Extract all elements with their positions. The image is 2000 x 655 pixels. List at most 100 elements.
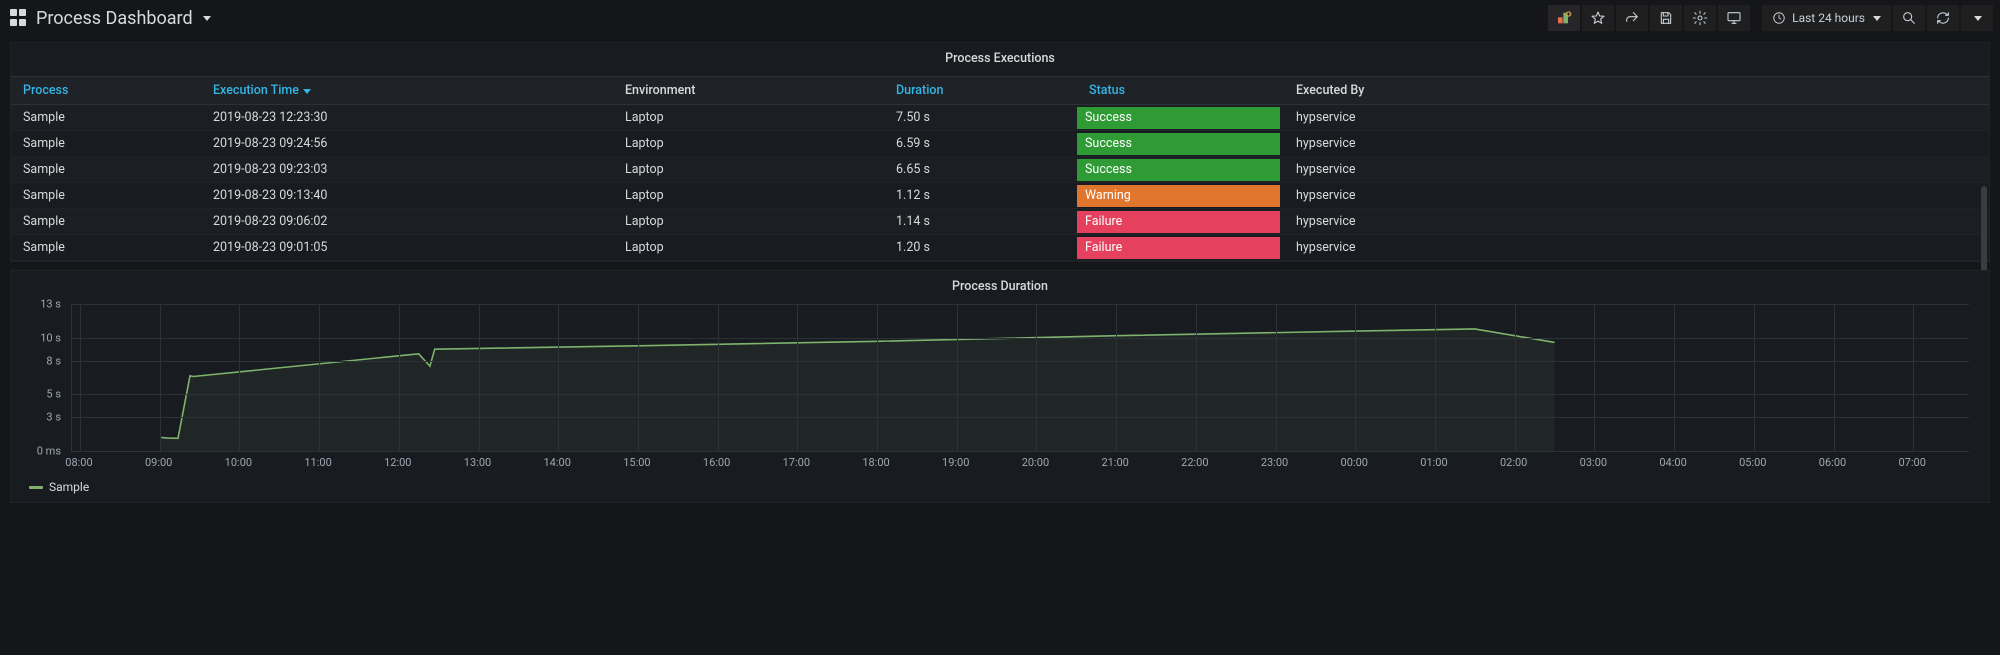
cell-environment: Laptop bbox=[613, 105, 884, 131]
caret-down-icon bbox=[1974, 16, 1982, 21]
cell-environment: Laptop bbox=[613, 131, 884, 157]
dashboard-title-dropdown[interactable]: Process Dashboard bbox=[6, 8, 211, 29]
cell-status: Warning bbox=[1077, 183, 1284, 209]
y-tick-label: 8 s bbox=[46, 354, 61, 367]
refresh-button[interactable] bbox=[1926, 4, 1960, 32]
clock-icon bbox=[1772, 11, 1786, 25]
cell-executed-by: hypservice bbox=[1284, 235, 1989, 261]
cell-duration: 7.50 s bbox=[884, 105, 1077, 131]
legend-label: Sample bbox=[49, 480, 89, 494]
y-tick-label: 13 s bbox=[40, 298, 61, 311]
cell-duration: 1.12 s bbox=[884, 183, 1077, 209]
table-row[interactable]: Sample2019-08-23 09:01:05Laptop1.20 sFai… bbox=[11, 235, 1989, 261]
cell-process: Sample bbox=[11, 131, 201, 157]
table-row[interactable]: Sample2019-08-23 09:24:56Laptop6.59 sSuc… bbox=[11, 131, 1989, 157]
cell-execution-time: 2019-08-23 09:23:03 bbox=[201, 157, 613, 183]
monitor-icon bbox=[1726, 10, 1742, 26]
time-range-label: Last 24 hours bbox=[1792, 11, 1865, 25]
cell-execution-time: 2019-08-23 09:01:05 bbox=[201, 235, 613, 261]
cell-process: Sample bbox=[11, 157, 201, 183]
cell-execution-time: 2019-08-23 12:23:30 bbox=[201, 105, 613, 131]
x-tick-label: 11:00 bbox=[304, 456, 331, 469]
cell-status: Success bbox=[1077, 157, 1284, 183]
x-tick-label: 06:00 bbox=[1819, 456, 1846, 469]
cell-environment: Laptop bbox=[613, 209, 884, 235]
table-row[interactable]: Sample2019-08-23 09:13:40Laptop1.12 sWar… bbox=[11, 183, 1989, 209]
cell-process: Sample bbox=[11, 235, 201, 261]
status-badge: Failure bbox=[1077, 211, 1280, 233]
cell-duration: 1.14 s bbox=[884, 209, 1077, 235]
cell-environment: Laptop bbox=[613, 183, 884, 209]
cell-process: Sample bbox=[11, 105, 201, 131]
cell-executed-by: hypservice bbox=[1284, 183, 1989, 209]
zoom-out-button[interactable] bbox=[1892, 4, 1926, 32]
table-row[interactable]: Sample2019-08-23 09:06:02Laptop1.14 sFai… bbox=[11, 209, 1989, 235]
x-tick-label: 21:00 bbox=[1101, 456, 1128, 469]
sort-desc-icon bbox=[303, 89, 311, 94]
col-header-environment[interactable]: Environment bbox=[613, 77, 884, 105]
x-tick-label: 18:00 bbox=[862, 456, 889, 469]
cell-status: Success bbox=[1077, 105, 1284, 131]
legend-swatch bbox=[29, 486, 43, 489]
save-icon bbox=[1658, 10, 1674, 26]
status-badge: Success bbox=[1077, 133, 1280, 155]
x-tick-label: 08:00 bbox=[65, 456, 92, 469]
table-row[interactable]: Sample2019-08-23 12:23:30Laptop7.50 sSuc… bbox=[11, 105, 1989, 131]
y-tick-label: 5 s bbox=[46, 388, 61, 401]
save-dashboard-button[interactable] bbox=[1649, 4, 1683, 32]
cell-duration: 1.20 s bbox=[884, 235, 1077, 261]
cell-execution-time: 2019-08-23 09:06:02 bbox=[201, 209, 613, 235]
x-tick-label: 00:00 bbox=[1341, 456, 1368, 469]
status-badge: Success bbox=[1077, 107, 1280, 129]
share-dashboard-button[interactable] bbox=[1615, 4, 1649, 32]
caret-down-icon bbox=[1873, 16, 1881, 21]
cell-status: Success bbox=[1077, 131, 1284, 157]
cell-executed-by: hypservice bbox=[1284, 209, 1989, 235]
cell-execution-time: 2019-08-23 09:24:56 bbox=[201, 131, 613, 157]
x-tick-label: 05:00 bbox=[1739, 456, 1766, 469]
cell-executed-by: hypservice bbox=[1284, 131, 1989, 157]
col-header-status[interactable]: Status bbox=[1077, 77, 1284, 105]
x-tick-label: 20:00 bbox=[1022, 456, 1049, 469]
settings-button[interactable] bbox=[1683, 4, 1717, 32]
x-tick-label: 12:00 bbox=[384, 456, 411, 469]
chart-area[interactable]: 0 ms3 s5 s8 s10 s13 s 08:0009:0010:0011:… bbox=[27, 304, 1973, 474]
cell-duration: 6.65 s bbox=[884, 157, 1077, 183]
gear-icon bbox=[1692, 10, 1708, 26]
x-tick-label: 23:00 bbox=[1261, 456, 1288, 469]
cell-duration: 6.59 s bbox=[884, 131, 1077, 157]
view-mode-button[interactable] bbox=[1717, 4, 1751, 32]
panel-process-duration: Process Duration 0 ms3 s5 s8 s10 s13 s 0… bbox=[10, 270, 1990, 503]
dashboard-grid-icon bbox=[10, 9, 28, 27]
cell-status: Failure bbox=[1077, 209, 1284, 235]
col-header-duration[interactable]: Duration bbox=[884, 77, 1077, 105]
star-dashboard-button[interactable] bbox=[1581, 4, 1615, 32]
cell-status: Failure bbox=[1077, 235, 1284, 261]
y-tick-label: 0 ms bbox=[37, 445, 61, 458]
cell-executed-by: hypservice bbox=[1284, 157, 1989, 183]
star-icon bbox=[1590, 10, 1606, 26]
x-tick-label: 03:00 bbox=[1580, 456, 1607, 469]
x-tick-label: 07:00 bbox=[1899, 456, 1926, 469]
col-header-process[interactable]: Process bbox=[11, 77, 201, 105]
x-tick-label: 09:00 bbox=[145, 456, 172, 469]
cell-environment: Laptop bbox=[613, 235, 884, 261]
x-tick-label: 01:00 bbox=[1420, 456, 1447, 469]
panel-title: Process Executions bbox=[11, 43, 1989, 76]
col-header-execution-time[interactable]: Execution Time bbox=[201, 77, 613, 105]
table-row[interactable]: Sample2019-08-23 09:23:03Laptop6.65 sSuc… bbox=[11, 157, 1989, 183]
y-tick-label: 10 s bbox=[40, 331, 61, 344]
status-badge: Success bbox=[1077, 159, 1280, 181]
x-tick-label: 19:00 bbox=[942, 456, 969, 469]
panel-add-icon bbox=[1556, 10, 1572, 26]
executions-table: Process Execution Time Environment Durat… bbox=[11, 76, 1989, 261]
x-tick-label: 15:00 bbox=[623, 456, 650, 469]
chart-legend[interactable]: Sample bbox=[11, 474, 1989, 494]
add-panel-button[interactable] bbox=[1547, 4, 1581, 32]
panel-process-executions: Process Executions Process Execution Tim… bbox=[10, 42, 1990, 262]
dashboard-title: Process Dashboard bbox=[36, 8, 193, 29]
time-range-picker[interactable]: Last 24 hours bbox=[1761, 4, 1892, 32]
refresh-interval-dropdown[interactable] bbox=[1960, 4, 1994, 32]
x-tick-label: 04:00 bbox=[1659, 456, 1686, 469]
col-header-executed-by[interactable]: Executed By bbox=[1284, 77, 1989, 105]
